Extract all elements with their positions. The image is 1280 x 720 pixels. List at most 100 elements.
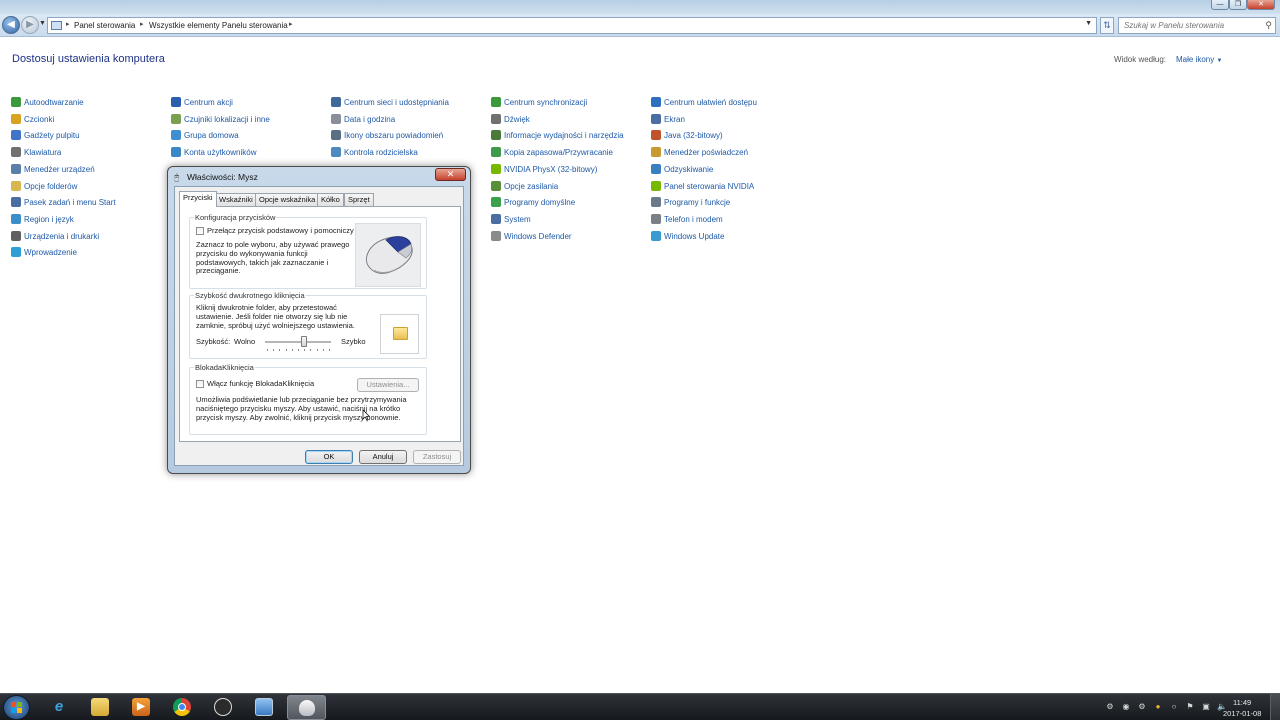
control-panel-item[interactable]: Region i język — [11, 213, 74, 228]
control-panel-item-label[interactable]: Czcionki — [24, 115, 54, 124]
control-panel-item-label[interactable]: Klawiatura — [24, 148, 61, 157]
taskbar-mouse-properties[interactable] — [287, 695, 326, 720]
tab-pointer-options[interactable]: Opcje wskaźnika — [255, 193, 320, 206]
tray-shield-icon[interactable]: ● — [1153, 702, 1163, 712]
control-panel-item[interactable]: Gadżety pulpitu — [11, 130, 80, 144]
control-panel-item[interactable]: Ekran — [651, 113, 685, 128]
control-panel-item-label[interactable]: Grupa domowa — [184, 131, 239, 140]
breadcrumb-control-panel[interactable]: Panel sterowania — [74, 21, 135, 30]
test-folder-icon[interactable] — [393, 327, 408, 340]
refresh-icon[interactable]: ⇅ — [1100, 17, 1114, 34]
tray-network-tool-icon[interactable]: ⚙ — [1137, 702, 1147, 712]
control-panel-item[interactable]: Pasek zadań i menu Start — [11, 197, 116, 211]
control-panel-item[interactable]: Menedżer poświadczeń — [651, 147, 748, 161]
control-panel-item-label[interactable]: Data i godzina — [344, 115, 395, 124]
search-input[interactable] — [1124, 21, 1254, 30]
close-window-button[interactable]: ✕ — [1247, 0, 1275, 10]
control-panel-item-label[interactable]: Czujniki lokalizacji i inne — [184, 115, 270, 124]
tab-buttons[interactable]: Przyciski — [179, 191, 217, 207]
tab-hardware[interactable]: Sprzęt — [344, 193, 374, 206]
control-panel-item[interactable]: Opcje folderów — [11, 180, 77, 195]
control-panel-item-label[interactable]: NVIDIA PhysX (32-bitowy) — [504, 165, 597, 174]
control-panel-item-label[interactable]: Java (32-bitowy) — [664, 131, 723, 140]
minimize-button[interactable]: — — [1211, 0, 1229, 10]
control-panel-item[interactable]: Java (32-bitowy) — [651, 130, 723, 144]
control-panel-item-label[interactable]: Kopia zapasowa/Przywracanie — [504, 148, 613, 157]
control-panel-item-label[interactable]: Centrum sieci i udostępniania — [344, 98, 449, 107]
control-panel-item[interactable]: Panel sterowania NVIDIA — [651, 180, 754, 195]
clock-time[interactable]: 11:49 — [1233, 698, 1251, 707]
control-panel-item[interactable]: NVIDIA PhysX (32-bitowy) — [491, 163, 597, 178]
control-panel-item[interactable]: Dźwięk — [491, 113, 530, 128]
control-panel-item-label[interactable]: Telefon i modem — [664, 215, 723, 224]
taskbar-internet-explorer[interactable]: e — [40, 695, 79, 720]
control-panel-item-label[interactable]: Centrum synchronizacji — [504, 98, 587, 107]
control-panel-item-label[interactable]: Dźwięk — [504, 115, 530, 124]
control-panel-item-label[interactable]: Opcje folderów — [24, 182, 77, 191]
control-panel-item[interactable]: Data i godzina — [331, 113, 395, 128]
control-panel-item[interactable]: Urządzenia i drukarki — [11, 230, 99, 245]
control-panel-item[interactable]: Czujniki lokalizacji i inne — [171, 113, 270, 128]
test-folder-area[interactable] — [380, 314, 419, 354]
control-panel-item-label[interactable]: Konta użytkowników — [184, 148, 256, 157]
chevron-down-icon[interactable]: ▼ — [1216, 58, 1222, 64]
control-panel-item[interactable]: Centrum ułatwień dostępu — [651, 97, 757, 111]
breadcrumb-all-items[interactable]: Wszystkie elementy Panelu sterowania — [149, 21, 288, 30]
control-panel-item-label[interactable]: Programy i funkcje — [664, 198, 730, 207]
control-panel-item-label[interactable]: Informacje wydajności i narzędzia — [504, 131, 624, 140]
control-panel-item[interactable]: Odzyskiwanie — [651, 163, 713, 178]
start-button[interactable] — [3, 695, 30, 720]
control-panel-item[interactable]: Programy domyślne — [491, 197, 575, 211]
control-panel-item[interactable]: Informacje wydajności i narzędzia — [491, 130, 624, 144]
clock-date[interactable]: 2017-01-08 — [1223, 709, 1261, 718]
click-lock-checkbox-label[interactable]: Włącz funkcję BlokadaKliknięcia — [207, 379, 314, 389]
control-panel-item[interactable]: Kontrola rodzicielska — [331, 147, 418, 161]
control-panel-item-label[interactable]: Autoodtwarzanie — [24, 98, 84, 107]
control-panel-item[interactable]: Telefon i modem — [651, 213, 723, 228]
control-panel-item[interactable]: Programy i funkcje — [651, 197, 730, 211]
steam-icon[interactable]: ◉ — [1121, 702, 1131, 712]
apply-button[interactable]: Zastosuj — [413, 450, 461, 464]
control-panel-item[interactable]: Menedżer urządzeń — [11, 163, 95, 178]
back-arrow-icon[interactable]: ◀ — [2, 16, 20, 34]
taskbar-windows-explorer[interactable] — [81, 695, 120, 720]
recent-pages-chevron-icon[interactable]: ▼ — [39, 20, 46, 27]
breadcrumb-separator-icon[interactable]: ▸ — [140, 20, 144, 28]
maximize-button[interactable]: ❐ — [1229, 0, 1247, 10]
control-panel-item-label[interactable]: Region i język — [24, 215, 74, 224]
breadcrumb-separator-icon[interactable]: ▸ — [289, 20, 293, 28]
slider-thumb[interactable] — [301, 336, 307, 347]
ok-button[interactable]: OK — [305, 450, 353, 464]
control-panel-item[interactable]: Wprowadzenie — [11, 247, 77, 261]
control-panel-item[interactable]: Klawiatura — [11, 147, 61, 161]
switch-buttons-checkbox[interactable] — [196, 227, 204, 235]
control-panel-item-label[interactable]: Pasek zadań i menu Start — [24, 198, 116, 207]
address-field[interactable]: ▸ Panel sterowania ▸ Wszystkie elementy … — [47, 17, 1097, 34]
forward-arrow-icon[interactable]: ▶ — [21, 16, 39, 34]
taskbar-media-player[interactable]: ▶ — [122, 695, 161, 720]
tab-pointers[interactable]: Wskaźniki — [215, 193, 257, 206]
control-panel-item-label[interactable]: Menedżer urządzeń — [24, 165, 95, 174]
search-box[interactable]: ⚲ — [1118, 17, 1276, 34]
control-panel-item-label[interactable]: Centrum ułatwień dostępu — [664, 98, 757, 107]
search-icon[interactable]: ⚲ — [1265, 20, 1272, 31]
taskbar-obs[interactable] — [204, 695, 243, 720]
control-panel-item[interactable]: System — [491, 213, 531, 228]
tray-settings-icon[interactable]: ⚙ — [1105, 702, 1115, 712]
control-panel-item-label[interactable]: Ekran — [664, 115, 685, 124]
view-by-value[interactable]: Małe ikony — [1176, 55, 1214, 64]
control-panel-item-label[interactable]: Centrum akcji — [184, 98, 233, 107]
control-panel-item-label[interactable]: Ikony obszaru powiadomień — [344, 131, 443, 140]
control-panel-item[interactable]: Opcje zasilania — [491, 180, 558, 195]
dialog-close-button[interactable]: ✕ — [435, 168, 466, 181]
show-desktop-button[interactable] — [1270, 694, 1280, 720]
taskbar-chrome[interactable] — [163, 695, 202, 720]
switch-buttons-label[interactable]: Przełącz przycisk podstawowy i pomocnicz… — [207, 226, 354, 236]
click-lock-settings-button[interactable]: Ustawienia... — [357, 378, 419, 392]
tray-antivirus-icon[interactable]: ○ — [1169, 702, 1179, 712]
cancel-button[interactable]: Anuluj — [359, 450, 407, 464]
double-click-speed-slider[interactable] — [265, 336, 331, 352]
control-panel-item-label[interactable]: Menedżer poświadczeń — [664, 148, 748, 157]
control-panel-item[interactable]: Konta użytkowników — [171, 147, 256, 161]
control-panel-item[interactable]: Kopia zapasowa/Przywracanie — [491, 147, 613, 161]
